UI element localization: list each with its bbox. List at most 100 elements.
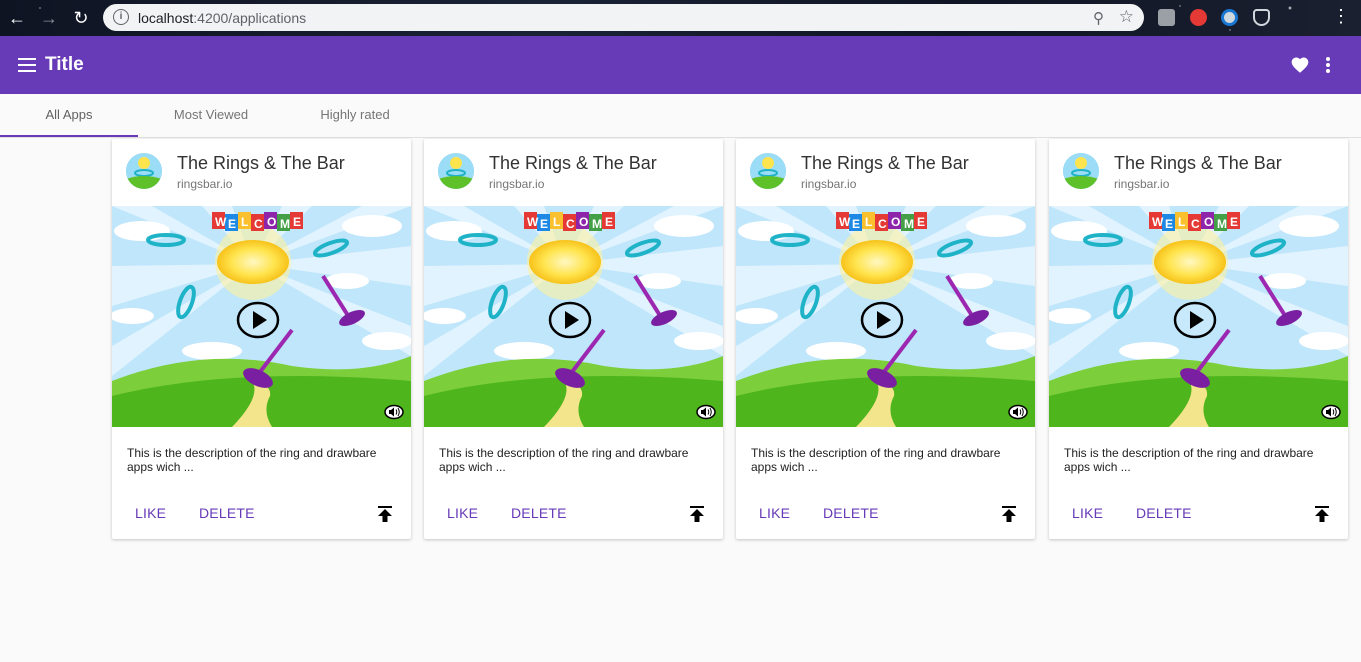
tab-highly-rated[interactable]: Highly rated [286, 94, 424, 137]
banner-letter: E [540, 217, 548, 231]
card-media-video[interactable]: WELCOME [1049, 206, 1348, 427]
card-description: This is the description of the ring and … [1064, 446, 1314, 474]
card-title: The Rings & The Bar [177, 153, 345, 173]
tab-most-viewed[interactable]: Most Viewed [142, 94, 280, 137]
zoom-icon[interactable]: ⚲ [1093, 9, 1104, 27]
info-icon[interactable]: i [113, 9, 129, 25]
browser-toolbar: ← → ↻ i localhost:4200/applications ⚲ ☆ … [0, 0, 1361, 36]
banner-letter: O [267, 215, 276, 229]
card-subtitle: ringsbar.io [177, 177, 233, 191]
app-avatar [438, 153, 474, 189]
delete-button[interactable]: DELETE [823, 505, 879, 521]
menu-icon[interactable] [18, 58, 36, 72]
address-bar[interactable]: i localhost:4200/applications ⚲ ☆ [103, 4, 1144, 31]
delete-button[interactable]: DELETE [1136, 505, 1192, 521]
play-icon[interactable] [860, 301, 904, 339]
banner-letter: M [280, 217, 290, 231]
banner-letter: W [839, 215, 851, 229]
banner-letter: C [1191, 217, 1200, 231]
sound-icon[interactable] [1321, 404, 1341, 420]
card-media-video[interactable]: WELCOME [112, 206, 411, 427]
app-card: The Rings & The Bar ringsbar.io WELCO M … [112, 139, 411, 539]
app-toolbar: Title [0, 36, 1361, 94]
banner-letter: L [241, 215, 248, 229]
bookmark-star-icon[interactable]: ☆ [1119, 7, 1134, 27]
banner-letter: E [917, 215, 925, 229]
like-button[interactable]: LIKE [447, 505, 478, 521]
banner-letter: E [1230, 215, 1238, 229]
upload-icon[interactable] [1315, 506, 1329, 522]
upload-icon[interactable] [378, 506, 392, 522]
banner-letter: E [293, 215, 301, 229]
banner-letter: W [1152, 215, 1164, 229]
delete-button[interactable]: DELETE [199, 505, 255, 521]
banner-letter: W [527, 215, 539, 229]
like-button[interactable]: LIKE [135, 505, 166, 521]
app-card: The Rings & The Bar ringsbar.io WELCO M … [1049, 139, 1348, 539]
banner-letter: E [605, 215, 613, 229]
banner-letter: L [1178, 215, 1185, 229]
extension-icon[interactable] [1190, 9, 1207, 26]
banner-letter: M [1217, 217, 1227, 231]
play-icon[interactable] [236, 301, 280, 339]
card-title: The Rings & The Bar [489, 153, 657, 173]
banner-letter: C [254, 217, 263, 231]
card-description: This is the description of the ring and … [127, 446, 377, 474]
forward-icon[interactable]: → [37, 6, 61, 30]
banner-letter: O [891, 215, 900, 229]
banner-letter: C [878, 217, 887, 231]
banner-letter: L [865, 215, 872, 229]
extension-icon[interactable] [1221, 9, 1238, 26]
like-button[interactable]: LIKE [759, 505, 790, 521]
play-icon[interactable] [1173, 301, 1217, 339]
welcome-banner: WELCOME [1152, 215, 1238, 231]
app-avatar [750, 153, 786, 189]
welcome-banner: WELCOME [839, 215, 925, 231]
like-button[interactable]: LIKE [1072, 505, 1103, 521]
sound-icon[interactable] [1008, 404, 1028, 420]
more-vert-icon[interactable] [1326, 57, 1331, 73]
play-icon[interactable] [548, 301, 592, 339]
card-subtitle: ringsbar.io [489, 177, 545, 191]
upload-icon[interactable] [690, 506, 704, 522]
banner-letter: O [579, 215, 588, 229]
card-subtitle: ringsbar.io [801, 177, 857, 191]
delete-button[interactable]: DELETE [511, 505, 567, 521]
banner-letter: M [592, 217, 602, 231]
card-media-video[interactable]: WELCOME [424, 206, 723, 427]
card-subtitle: ringsbar.io [1114, 177, 1170, 191]
banner-letter: C [566, 217, 575, 231]
app-avatar [1063, 153, 1099, 189]
card-title: The Rings & The Bar [1114, 153, 1282, 173]
welcome-banner: WELCOME [527, 215, 613, 231]
toolbar-title: Title [45, 54, 84, 75]
heart-icon[interactable] [1290, 55, 1310, 75]
extension-icon[interactable] [1253, 9, 1270, 26]
browser-menu-icon[interactable]: ⋮ [1332, 6, 1350, 27]
card-title: The Rings & The Bar [801, 153, 969, 173]
sound-icon[interactable] [696, 404, 716, 420]
banner-letter: E [852, 217, 860, 231]
banner-letter: E [1165, 217, 1173, 231]
banner-letter: W [215, 215, 227, 229]
banner-letter: M [904, 217, 914, 231]
app-card: The Rings & The Bar ringsbar.io WELCO M … [736, 139, 1035, 539]
tab-bar: All Apps Most Viewed Highly rated [0, 94, 1361, 138]
tab-all-apps[interactable]: All Apps [0, 94, 138, 137]
url-text[interactable]: localhost:4200/applications [138, 10, 306, 26]
banner-letter: L [553, 215, 560, 229]
banner-letter: O [1204, 215, 1213, 229]
card-description: This is the description of the ring and … [439, 446, 689, 474]
sound-icon[interactable] [384, 404, 404, 420]
upload-icon[interactable] [1002, 506, 1016, 522]
welcome-banner: WELCOME [215, 215, 301, 231]
reload-icon[interactable]: ↻ [69, 6, 93, 30]
app-avatar [126, 153, 162, 189]
card-description: This is the description of the ring and … [751, 446, 1001, 474]
app-card: The Rings & The Bar ringsbar.io WELCO M … [424, 139, 723, 539]
banner-letter: E [228, 217, 236, 231]
extension-icon[interactable] [1158, 9, 1175, 26]
active-tab-indicator [0, 135, 138, 137]
card-media-video[interactable]: WELCOME [736, 206, 1035, 427]
back-icon[interactable]: ← [5, 6, 29, 30]
